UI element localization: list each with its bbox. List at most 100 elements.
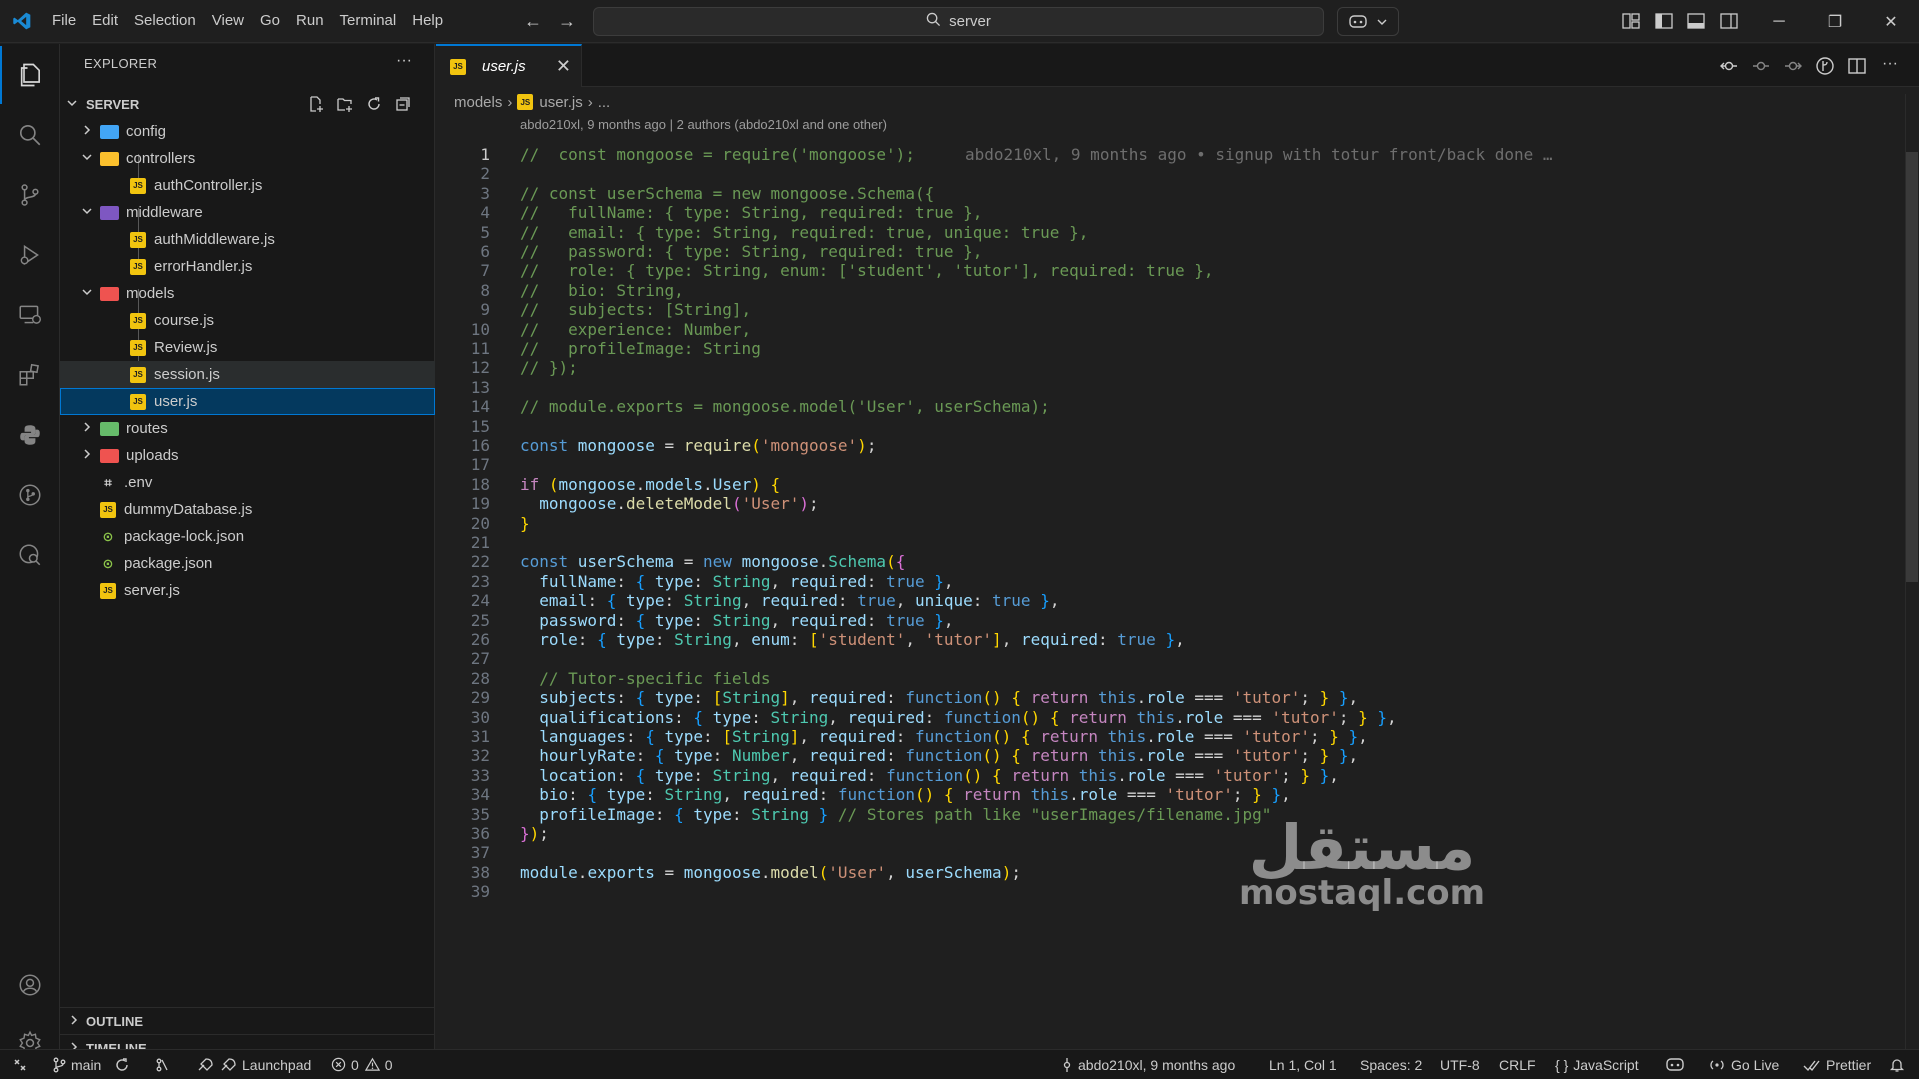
tree-file[interactable]: JS server.js: [60, 577, 435, 604]
restore-window-icon[interactable]: ❐: [1807, 0, 1863, 43]
run-debug-icon[interactable]: [0, 226, 60, 284]
notifications-bell-icon[interactable]: [1889, 1050, 1910, 1079]
menu-view[interactable]: View: [204, 6, 252, 36]
toggle-panel-icon[interactable]: [1686, 11, 1708, 33]
tree-folder[interactable]: controllers: [60, 145, 435, 172]
gitlens-icon[interactable]: [0, 466, 60, 524]
blame-status[interactable]: abdo210xl, 9 months ago: [1061, 1050, 1235, 1079]
code-token: :: [577, 630, 598, 649]
editor-more-icon[interactable]: ···: [1882, 56, 1902, 76]
problems-status[interactable]: 0 0: [331, 1050, 393, 1079]
tree-file[interactable]: JS authMiddleware.js: [60, 226, 435, 253]
go-live-status[interactable]: Go Live: [1708, 1050, 1779, 1079]
forward-arrow-icon[interactable]: →: [555, 10, 579, 34]
language-mode-status[interactable]: { } JavaScript: [1555, 1050, 1639, 1079]
tree-folder[interactable]: routes: [60, 415, 435, 442]
remote-indicator-icon[interactable]: [0, 1050, 40, 1079]
code-token: userSchema: [905, 862, 1002, 882]
eol-status[interactable]: CRLF: [1499, 1050, 1536, 1079]
menu-help[interactable]: Help: [404, 6, 451, 36]
commit-icon[interactable]: [1751, 56, 1771, 76]
more-actions-icon[interactable]: ···: [396, 52, 412, 70]
code-token: required: [818, 727, 896, 746]
code-token: ,: [895, 591, 915, 611]
collapse-all-icon[interactable]: [394, 95, 416, 115]
indentation-status[interactable]: Spaces: 2: [1360, 1050, 1422, 1079]
editor-scrollbar[interactable]: [1905, 94, 1919, 1049]
explorer-icon[interactable]: [0, 46, 60, 104]
tree-file[interactable]: JS Review.js: [60, 334, 435, 361]
tree-folder[interactable]: models: [60, 280, 435, 307]
tree-file[interactable]: ⊙ package-lock.json: [60, 523, 435, 550]
git-compare-icon[interactable]: [1719, 56, 1739, 76]
search-icon[interactable]: [0, 106, 60, 164]
workspace-root-header[interactable]: SERVER: [60, 91, 435, 117]
menu-terminal[interactable]: Terminal: [332, 6, 405, 36]
split-editor-icon[interactable]: [1847, 56, 1867, 76]
folder-icon: [100, 151, 119, 166]
tree-file[interactable]: JS authController.js: [60, 172, 435, 199]
sync-icon[interactable]: [114, 1050, 135, 1079]
customize-layout-icon[interactable]: [1621, 11, 1643, 33]
refresh-icon[interactable]: [365, 95, 387, 115]
code-token: return: [1030, 688, 1099, 708]
tree-file[interactable]: ⊙ package.json: [60, 550, 435, 577]
menu-edit[interactable]: Edit: [84, 6, 126, 36]
tree-file[interactable]: JS course.js: [60, 307, 435, 334]
scrollbar-thumb[interactable]: [1906, 152, 1918, 582]
close-window-icon[interactable]: ✕: [1863, 0, 1919, 43]
branch-status[interactable]: main: [52, 1050, 101, 1079]
rocket-icon: [198, 1057, 213, 1071]
tree-file[interactable]: JS errorHandler.js: [60, 253, 435, 280]
command-center-search[interactable]: server: [593, 7, 1324, 36]
tree-folder[interactable]: config: [60, 118, 435, 145]
tab-user-js[interactable]: JS user.js ✕: [436, 44, 582, 87]
minimize-window-icon[interactable]: ─: [1751, 0, 1807, 43]
breadcrumb-symbol[interactable]: ...: [598, 94, 611, 111]
tree-file[interactable]: JS dummyDatabase.js: [60, 496, 435, 523]
next-change-icon[interactable]: [1783, 56, 1803, 76]
extensions-icon[interactable]: [0, 346, 60, 404]
git-graph-icon[interactable]: [154, 1050, 175, 1079]
encoding-status[interactable]: UTF-8: [1440, 1050, 1480, 1079]
outline-section-header[interactable]: OUTLINE: [60, 1007, 435, 1034]
menu-file[interactable]: File: [44, 6, 84, 36]
python-icon[interactable]: [0, 406, 60, 464]
menu-run[interactable]: Run: [288, 6, 332, 36]
copilot-button[interactable]: [1337, 7, 1399, 36]
copilot-status-icon[interactable]: [1665, 1050, 1690, 1079]
accounts-icon[interactable]: [0, 956, 60, 1014]
code-editor[interactable]: 1// const mongoose = require('mongoose')…: [436, 111, 1896, 1051]
gitlens-inspect-icon[interactable]: [0, 526, 60, 584]
toggle-secondary-sidebar-icon[interactable]: [1719, 11, 1741, 33]
new-folder-icon[interactable]: [336, 95, 358, 115]
code-token: function: [886, 765, 964, 785]
rocket-icon: [221, 1057, 236, 1071]
back-arrow-icon[interactable]: ←: [521, 10, 545, 34]
code-token: =: [654, 862, 684, 882]
menu-selection[interactable]: Selection: [126, 6, 204, 36]
launchpad-status[interactable]: Launchpad: [196, 1050, 311, 1079]
gitlens-graph-icon[interactable]: [1815, 56, 1835, 76]
breadcrumb-file[interactable]: user.js: [539, 94, 582, 111]
cursor-position[interactable]: Ln 1, Col 1: [1269, 1050, 1337, 1079]
code-token: String: [683, 591, 742, 611]
close-icon[interactable]: ✕: [556, 56, 571, 77]
breadcrumb-folder[interactable]: models: [454, 94, 502, 111]
toggle-primary-sidebar-icon[interactable]: [1654, 11, 1676, 33]
tree-file[interactable]: ⌗ .env: [60, 469, 435, 496]
remote-explorer-icon[interactable]: [0, 286, 60, 344]
source-control-icon[interactable]: [0, 166, 60, 224]
prettier-status[interactable]: Prettier: [1803, 1050, 1871, 1079]
tree-file[interactable]: JS user.js: [60, 388, 435, 415]
tree-folder[interactable]: middleware: [60, 199, 435, 226]
tree-folder[interactable]: uploads: [60, 442, 435, 469]
new-file-icon[interactable]: [307, 95, 329, 115]
status-bar: main Launchpad 0 0 abdo210xl, 9 months a…: [0, 1049, 1919, 1079]
tree-file[interactable]: JS session.js: [60, 361, 435, 388]
menu-go[interactable]: Go: [252, 6, 288, 36]
